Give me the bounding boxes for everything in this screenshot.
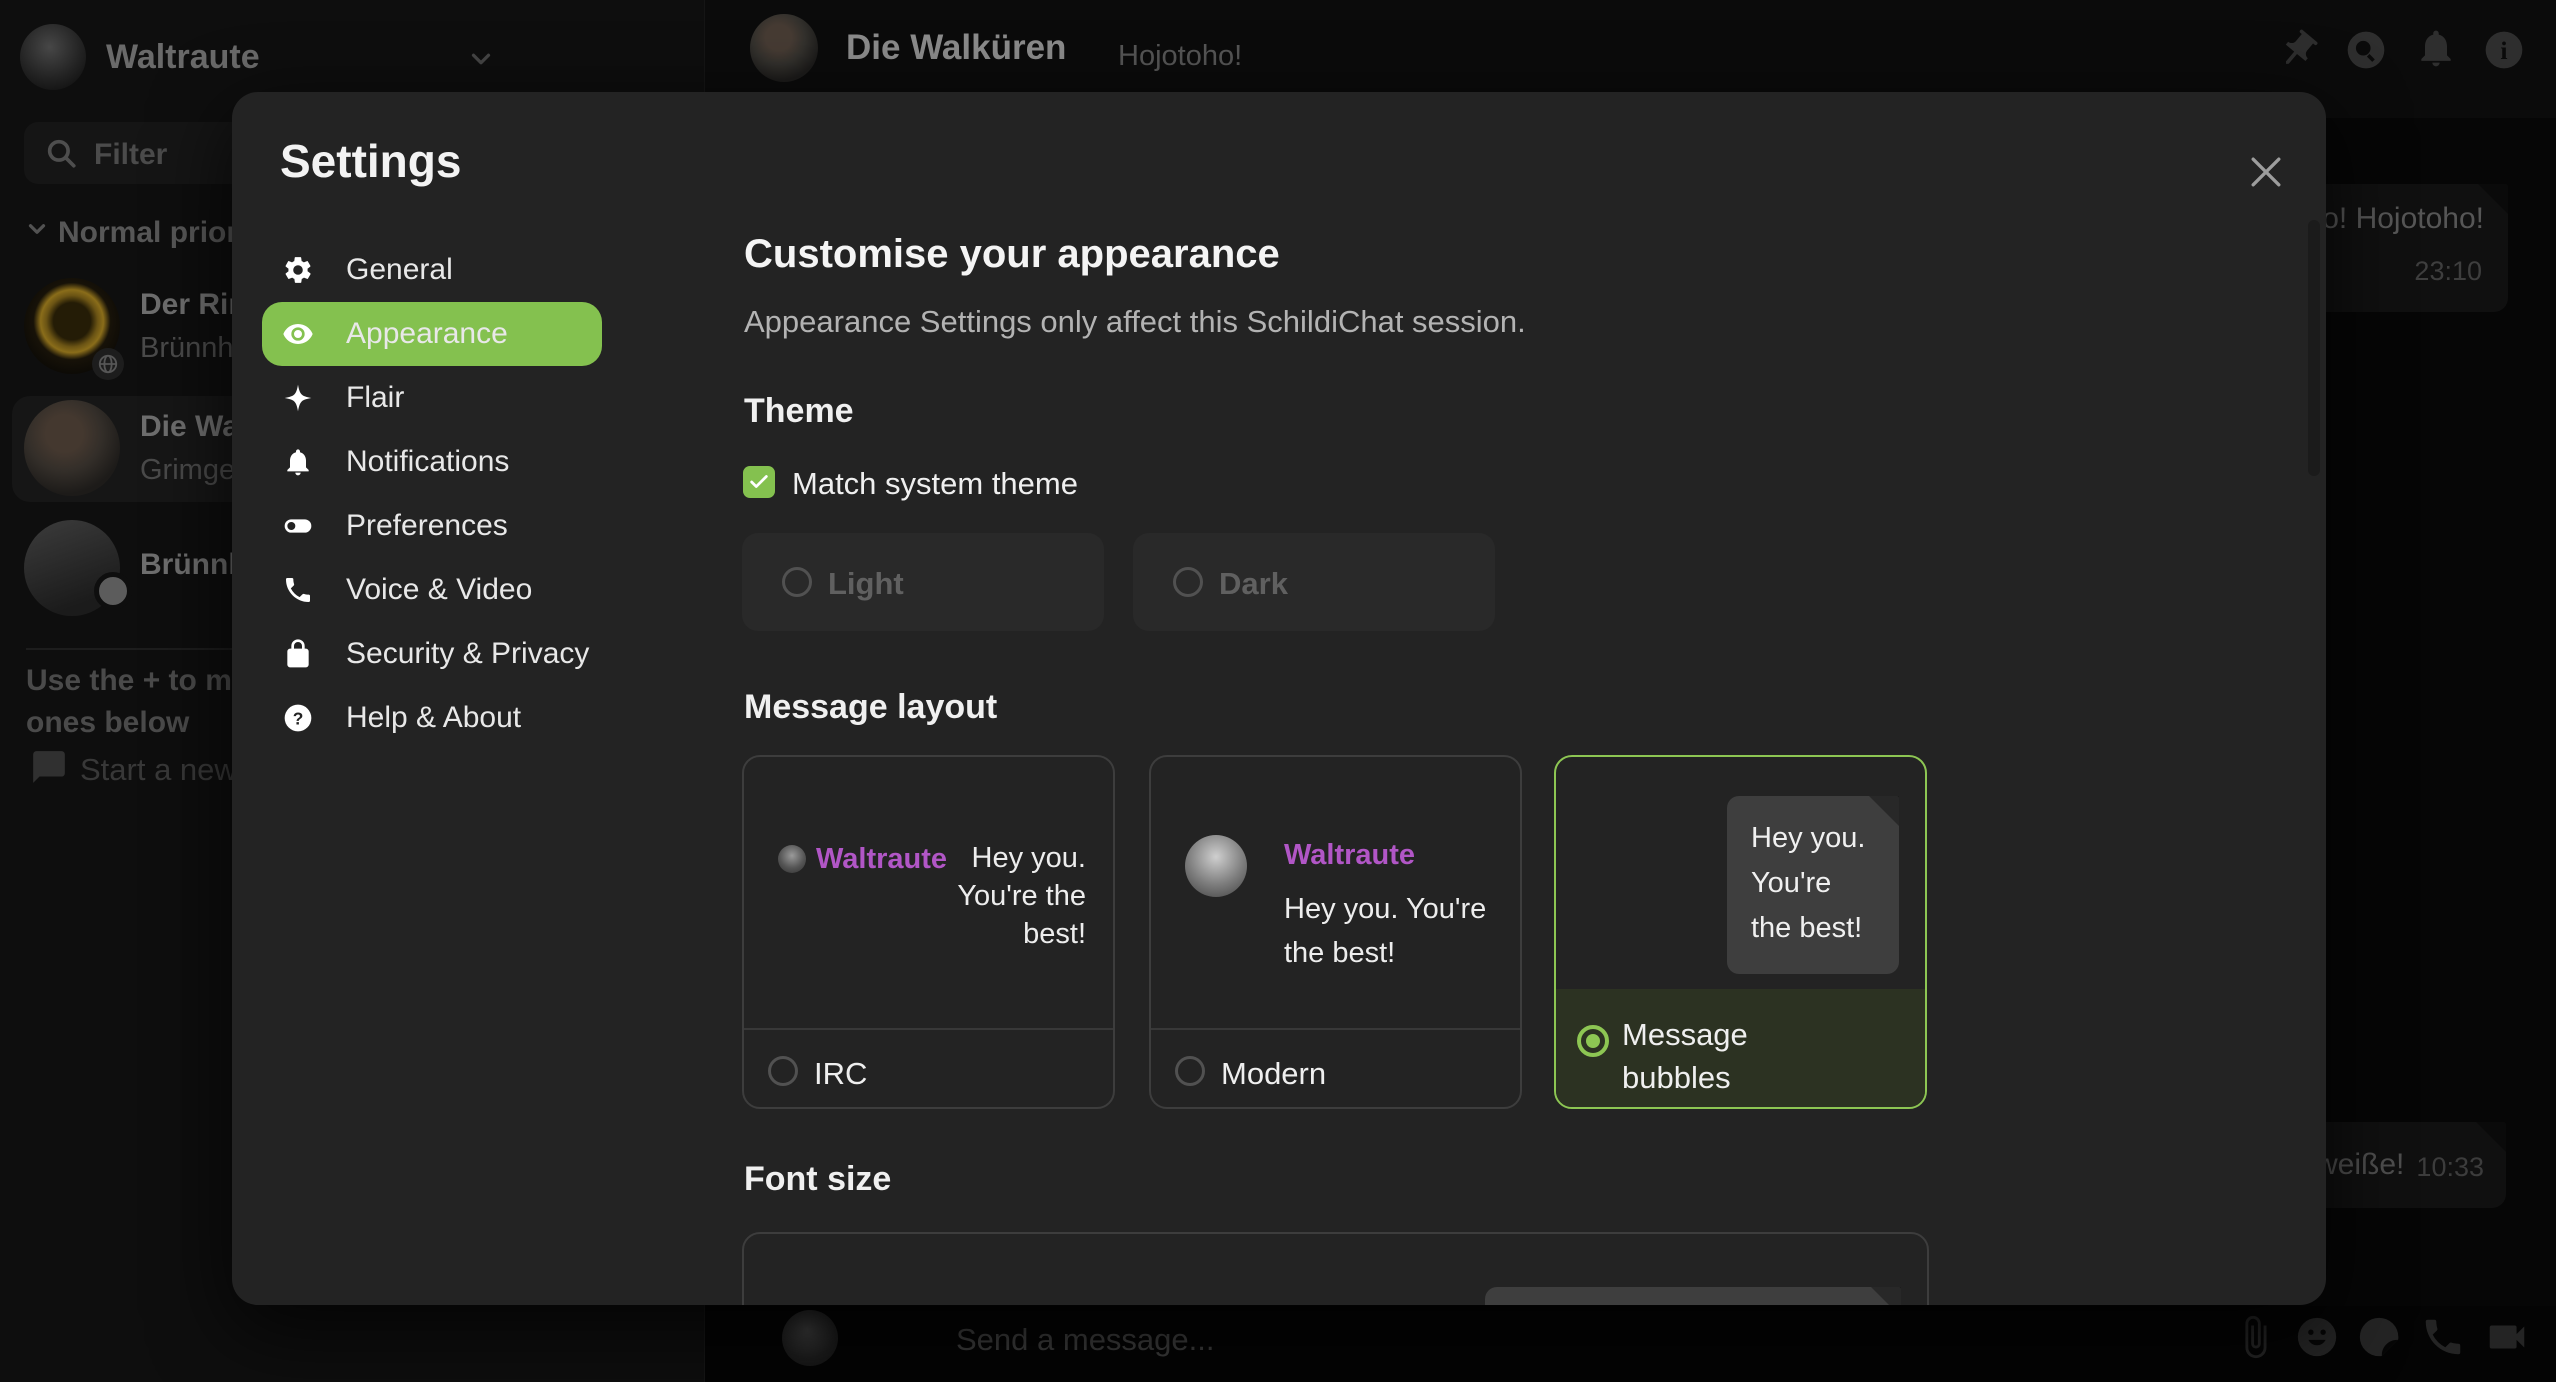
theme-section-label: Theme bbox=[744, 392, 854, 431]
radio-icon bbox=[1175, 1056, 1205, 1086]
sample-message: Hey you. You're the best! bbox=[1284, 887, 1522, 975]
avatar[interactable] bbox=[20, 24, 86, 90]
room-title[interactable]: Die Wa bbox=[140, 410, 239, 444]
message-text: weiße! bbox=[2316, 1148, 2404, 1182]
nav-label: Voice & Video bbox=[346, 573, 532, 607]
message-text: o! Hojotoho! bbox=[2322, 202, 2484, 236]
theme-option-label: Light bbox=[828, 566, 904, 602]
layout-option-label: Message bubbles bbox=[1622, 1013, 1822, 1099]
section-subheading: Appearance Settings only affect this Sch… bbox=[744, 304, 1526, 340]
sidebar-hint: Use the + to mak ones below bbox=[26, 660, 265, 744]
eye-icon bbox=[282, 317, 316, 351]
layout-option-message-bubbles[interactable]: Hey you. You're the best! Message bubble… bbox=[1554, 755, 1927, 1109]
room-section-label[interactable]: Normal priorit bbox=[58, 216, 256, 250]
sample-username: Waltraute bbox=[816, 843, 947, 876]
nav-item-voice-video[interactable]: Voice & Video bbox=[262, 558, 602, 622]
nav-label: General bbox=[346, 253, 453, 287]
nav-item-security-privacy[interactable]: Security & Privacy bbox=[262, 622, 602, 686]
settings-dialog: Settings General Appearance Fla bbox=[232, 92, 2326, 1305]
emoji-icon[interactable] bbox=[2294, 1314, 2340, 1360]
presence-badge bbox=[94, 572, 132, 610]
message-layout-section-label: Message layout bbox=[744, 688, 997, 727]
sticker-icon[interactable] bbox=[2356, 1314, 2402, 1360]
chat-bubble-icon bbox=[30, 748, 68, 786]
sparkle-icon bbox=[282, 381, 316, 415]
sample-bubble: Hey you. You're the best! bbox=[1485, 1287, 1901, 1305]
gear-icon bbox=[282, 253, 316, 287]
sample-username: Waltraute bbox=[1284, 839, 1415, 872]
theme-option-label: Dark bbox=[1219, 566, 1288, 602]
chevron-down-icon[interactable] bbox=[24, 216, 50, 242]
info-icon[interactable]: i bbox=[2482, 28, 2526, 72]
bell-icon[interactable] bbox=[2414, 26, 2458, 70]
match-system-theme-checkbox[interactable] bbox=[743, 466, 775, 498]
dialog-scrollbar[interactable] bbox=[2308, 220, 2320, 476]
nav-label: Flair bbox=[346, 381, 404, 415]
dialog-title: Settings bbox=[280, 134, 461, 188]
bell-icon bbox=[282, 445, 316, 479]
radio-selected-icon bbox=[1577, 1025, 1609, 1057]
font-size-section-label: Font size bbox=[744, 1160, 891, 1199]
font-size-preview-card: Hey you. You're the best! bbox=[742, 1232, 1929, 1305]
chevron-down-icon[interactable] bbox=[466, 44, 496, 74]
message-time: 23:10 bbox=[2414, 256, 2482, 287]
nav-label: Help & About bbox=[346, 701, 521, 735]
sample-message: Hey you. You're the best! bbox=[1751, 816, 1875, 951]
app-root: Waltraute Filter Normal priorit Der Rin … bbox=[0, 0, 2556, 1382]
nav-label: Notifications bbox=[346, 445, 509, 479]
nav-item-appearance[interactable]: Appearance bbox=[262, 302, 602, 366]
selected-option-footer: Message bubbles bbox=[1556, 989, 1925, 1107]
layout-option-label: Modern bbox=[1221, 1056, 1326, 1092]
nav-label: Appearance bbox=[346, 317, 508, 351]
phone-icon bbox=[282, 573, 316, 607]
room-subtitle: Grimge bbox=[140, 454, 235, 487]
sample-bubble: Hey you. You're the best! bbox=[1727, 796, 1899, 974]
match-system-theme-label[interactable]: Match system theme bbox=[792, 466, 1078, 502]
avatar bbox=[782, 1310, 838, 1366]
lock-icon bbox=[282, 637, 316, 671]
sample-message: Hey you. You're the best! bbox=[934, 839, 1086, 953]
close-icon[interactable] bbox=[2244, 150, 2288, 194]
theme-option-dark[interactable]: Dark bbox=[1133, 533, 1495, 631]
nav-item-flair[interactable]: Flair bbox=[262, 366, 602, 430]
message-time: 10:33 bbox=[2416, 1152, 2484, 1183]
layout-option-label: IRC bbox=[814, 1056, 867, 1092]
attachment-icon[interactable] bbox=[2232, 1314, 2278, 1360]
svg-text:?: ? bbox=[293, 709, 304, 729]
question-circle-icon: ? bbox=[282, 701, 316, 735]
nav-label: Security & Privacy bbox=[346, 637, 589, 671]
settings-nav: General Appearance Flair Notifications bbox=[262, 238, 602, 750]
radio-icon bbox=[768, 1056, 798, 1086]
video-call-icon[interactable] bbox=[2484, 1314, 2530, 1360]
nav-label: Preferences bbox=[346, 509, 508, 543]
avatar bbox=[1185, 835, 1247, 897]
nav-item-notifications[interactable]: Notifications bbox=[262, 430, 602, 494]
search-icon[interactable] bbox=[2344, 28, 2388, 72]
section-heading: Customise your appearance bbox=[744, 232, 1280, 277]
avatar[interactable] bbox=[750, 14, 818, 82]
nav-item-preferences[interactable]: Preferences bbox=[262, 494, 602, 558]
voice-call-icon[interactable] bbox=[2420, 1314, 2466, 1360]
room-header-topic[interactable]: Hojotoho! bbox=[1118, 40, 1242, 73]
avatar bbox=[778, 845, 806, 873]
avatar[interactable] bbox=[24, 400, 120, 496]
room-header-title[interactable]: Die Walküren bbox=[846, 28, 1066, 68]
room-title[interactable]: Brünnh bbox=[140, 548, 247, 582]
toggle-icon bbox=[282, 509, 316, 543]
account-name[interactable]: Waltraute bbox=[106, 38, 260, 77]
composer-input[interactable]: Send a message... bbox=[956, 1322, 1215, 1358]
room-title[interactable]: Der Rin bbox=[140, 288, 247, 322]
layout-option-modern[interactable]: Waltraute Hey you. You're the best! Mode… bbox=[1149, 755, 1522, 1109]
globe-badge-icon bbox=[92, 348, 124, 380]
filter-placeholder: Filter bbox=[94, 138, 167, 172]
layout-option-irc[interactable]: Waltraute Hey you. You're the best! IRC bbox=[742, 755, 1115, 1109]
radio-icon bbox=[1173, 567, 1203, 597]
radio-icon bbox=[782, 567, 812, 597]
nav-item-help-about[interactable]: ? Help & About bbox=[262, 686, 602, 750]
nav-item-general[interactable]: General bbox=[262, 238, 602, 302]
svg-text:i: i bbox=[2500, 36, 2507, 65]
search-icon bbox=[44, 136, 78, 170]
room-subtitle: Brünnhi bbox=[140, 332, 240, 365]
theme-option-light[interactable]: Light bbox=[742, 533, 1104, 631]
